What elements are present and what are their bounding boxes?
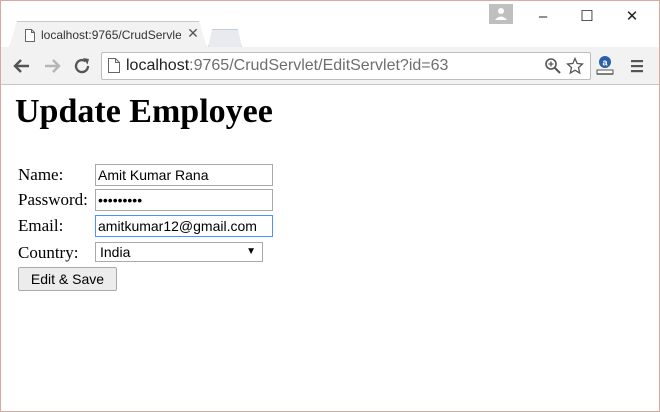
reload-icon[interactable] — [72, 56, 92, 76]
star-icon[interactable] — [565, 56, 585, 75]
url-path: :9765/CrudServlet/EditServlet?id=63 — [189, 57, 449, 74]
tab-title: localhost:9765/CrudServle — [41, 28, 181, 42]
chevron-down-icon: ▼ — [246, 246, 256, 257]
back-icon[interactable] — [12, 56, 32, 76]
country-label: Country: — [18, 243, 79, 262]
page-icon — [25, 29, 35, 42]
browser-window: localhost:9765/CrudServle ✕ – ☐ ✕ localh… — [0, 0, 660, 412]
extension-icon[interactable]: a — [595, 55, 615, 77]
page-info-icon[interactable] — [108, 58, 120, 73]
title-bar: localhost:9765/CrudServle ✕ – ☐ ✕ — [1, 1, 659, 48]
name-field[interactable]: Amit Kumar Rana — [95, 164, 273, 186]
page-title: Update Employee — [15, 93, 273, 130]
name-label: Name: — [18, 165, 64, 184]
menu-icon[interactable] — [629, 57, 645, 75]
url-host: localhost — [126, 57, 190, 74]
close-icon[interactable]: ✕ — [186, 26, 200, 40]
address-bar[interactable]: localhost:9765/CrudServlet/EditServlet?i… — [101, 52, 591, 80]
password-field[interactable]: ••••••••• — [95, 189, 273, 211]
browser-toolbar: localhost:9765/CrudServlet/EditServlet?i… — [1, 47, 659, 85]
forward-icon[interactable] — [42, 56, 62, 76]
email-label: Email: — [18, 216, 64, 235]
country-select-value: India — [100, 244, 131, 260]
email-field[interactable]: amitkumar12@gmail.com — [95, 215, 273, 237]
profile-icon[interactable] — [489, 4, 513, 24]
close-window-button[interactable]: ✕ — [618, 7, 646, 27]
password-label: Password: — [18, 190, 88, 209]
page-content: Update Employee Name: Amit Kumar Rana Pa… — [1, 85, 659, 411]
new-tab-button[interactable] — [208, 29, 242, 48]
url-text: localhost:9765/CrudServlet/EditServlet?i… — [126, 57, 448, 75]
zoom-icon[interactable] — [544, 57, 562, 75]
edit-save-button[interactable]: Edit & Save — [18, 267, 117, 291]
minimize-button[interactable]: – — [529, 7, 557, 27]
maximize-button[interactable]: ☐ — [573, 7, 601, 27]
country-select[interactable]: India ▼ — [95, 242, 263, 262]
